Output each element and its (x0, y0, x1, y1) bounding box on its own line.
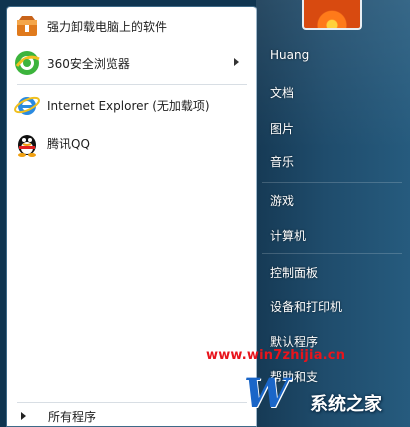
right-item-music[interactable]: 音乐 (270, 153, 294, 170)
program-item-internet-explorer[interactable]: Internet Explorer (无加载项) (11, 88, 251, 122)
watermark-url: www.win7zhijia.cn (206, 348, 346, 363)
all-programs-button[interactable]: 所有程序 (11, 405, 251, 427)
all-programs-label: 所有程序 (48, 409, 97, 424)
program-item-qq[interactable]: 腾讯QQ (11, 126, 251, 160)
user-avatar[interactable] (302, 0, 362, 30)
separator (17, 402, 247, 403)
start-menu: 强力卸载电脑上的软件 360安全浏览器 Internet Explorer (无… (0, 0, 410, 427)
right-item-user[interactable]: Huang (270, 48, 309, 62)
watermark-site-name: 系统之家 (310, 394, 382, 415)
separator (17, 84, 247, 85)
program-item-uninstaller[interactable]: 强力卸载电脑上的软件 (11, 9, 251, 43)
program-item-360-browser[interactable]: 360安全浏览器 (11, 46, 251, 80)
right-item-computer[interactable]: 计算机 (270, 227, 306, 244)
right-item-control-panel[interactable]: 控制面板 (270, 264, 318, 281)
start-menu-program-list: 强力卸载电脑上的软件 360安全浏览器 Internet Explorer (无… (6, 6, 257, 427)
program-label: 强力卸载电脑上的软件 (47, 19, 168, 34)
program-label: 360安全浏览器 (47, 56, 130, 71)
internet-explorer-icon (13, 91, 41, 119)
uninstaller-box-icon (13, 12, 41, 40)
program-label: Internet Explorer (无加载项) (47, 98, 210, 113)
separator (262, 182, 402, 183)
program-label: 腾讯QQ (47, 136, 90, 151)
right-item-pictures[interactable]: 图片 (270, 120, 294, 137)
right-item-devices-printers[interactable]: 设备和打印机 (270, 298, 342, 315)
expand-arrow-icon (21, 412, 26, 420)
separator (262, 253, 402, 254)
right-item-documents[interactable]: 文档 (270, 84, 294, 101)
qq-penguin-icon (13, 129, 41, 157)
watermark-logo-w: W (244, 370, 289, 417)
360-browser-icon (13, 49, 41, 77)
right-item-games[interactable]: 游戏 (270, 192, 294, 209)
submenu-arrow-icon[interactable] (234, 58, 239, 66)
